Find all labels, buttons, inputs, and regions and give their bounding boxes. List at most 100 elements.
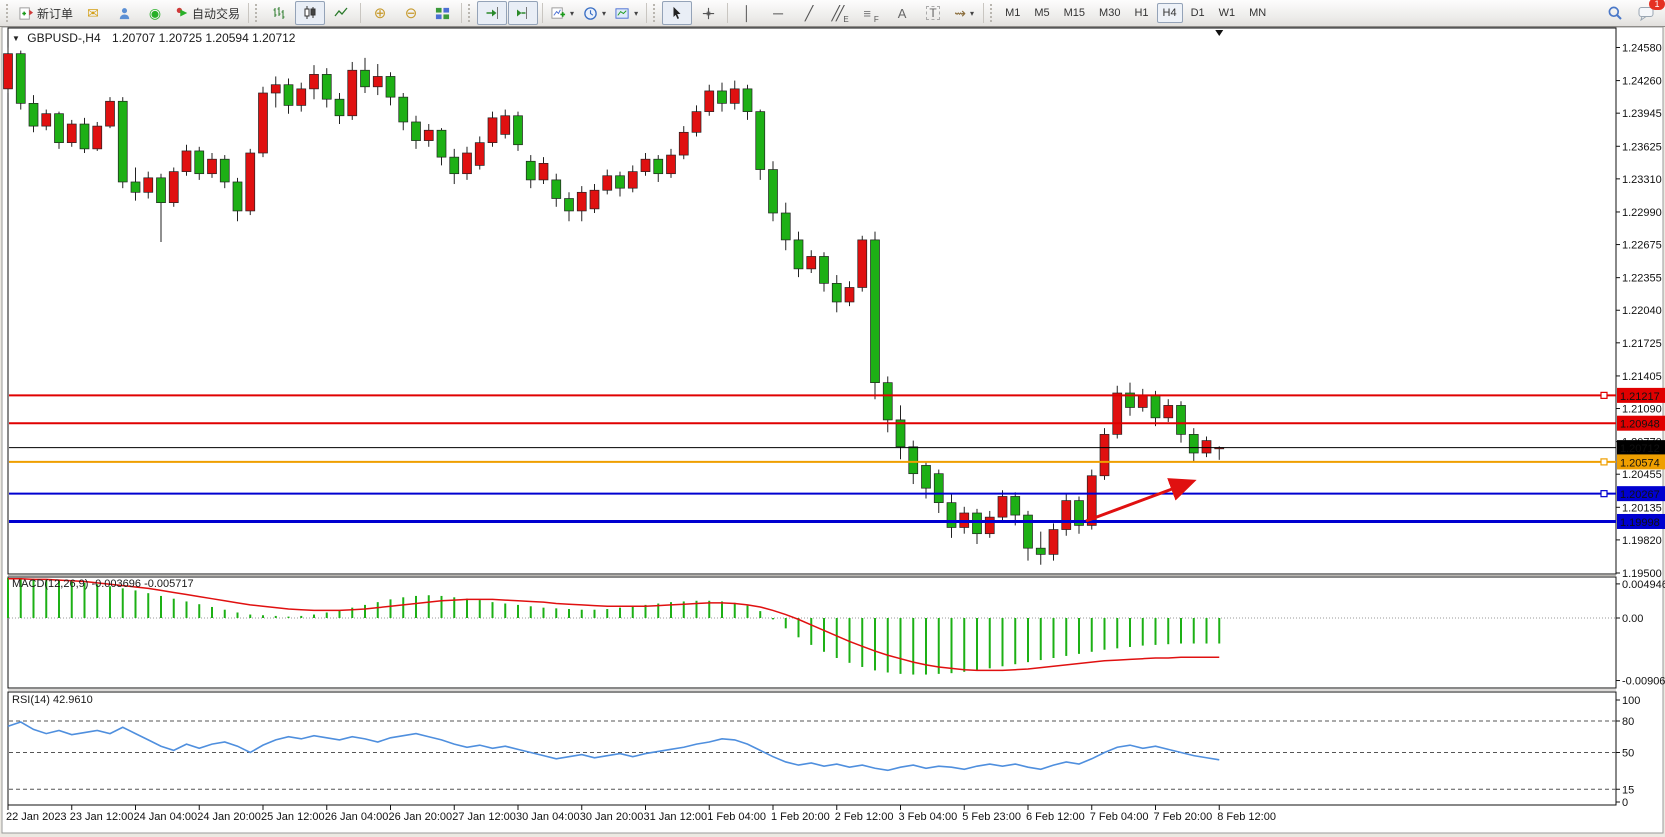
- zoom-out-icon: ⊖: [405, 6, 418, 21]
- macd-indicator-label: MACD(12,26,9) -0.003696 -0.005717: [12, 578, 194, 590]
- search-button[interactable]: [1600, 1, 1630, 25]
- text-label-icon: T: [926, 6, 939, 20]
- fibonacci-button[interactable]: ≡F: [856, 1, 886, 25]
- svg-text:1.19820: 1.19820: [1622, 535, 1662, 547]
- vertical-line-button[interactable]: │: [732, 1, 762, 25]
- tab-timeframe-m1[interactable]: M1: [999, 3, 1026, 23]
- dropdown-caret-icon: ▾: [970, 9, 974, 18]
- chart-shift-icon: [515, 5, 531, 21]
- auto-scroll-button[interactable]: [477, 1, 507, 25]
- bar-chart-button[interactable]: [264, 1, 294, 25]
- svg-text:1.23625: 1.23625: [1622, 141, 1662, 153]
- fibo-f-label: F: [874, 15, 879, 24]
- news-icon: ◉: [149, 6, 161, 20]
- profiles-button[interactable]: ▾: [579, 1, 610, 25]
- text-label-button[interactable]: T: [918, 1, 948, 25]
- equidistant-channel-button[interactable]: ╱╱E: [825, 1, 855, 25]
- toolbar-separator: [542, 3, 543, 23]
- svg-text:31 Jan 12:00: 31 Jan 12:00: [644, 811, 708, 823]
- new-chart-button[interactable]: ▾: [547, 1, 578, 25]
- auto-trading-button[interactable]: 自动交易: [171, 1, 244, 25]
- horizontal-line-button[interactable]: ─: [763, 1, 793, 25]
- toolbar-grip: [468, 4, 474, 22]
- svg-text:1.20948: 1.20948: [1620, 419, 1660, 431]
- candlestick-chart-icon: [302, 5, 318, 21]
- svg-text:80: 80: [1622, 716, 1634, 728]
- svg-text:3 Feb 04:00: 3 Feb 04:00: [899, 811, 958, 823]
- templates-icon: [615, 6, 630, 21]
- svg-text:1.22675: 1.22675: [1622, 240, 1662, 252]
- zoom-in-icon: ⊕: [374, 6, 387, 21]
- svg-text:1.20574: 1.20574: [1620, 457, 1660, 469]
- dropdown-caret-icon: ▾: [602, 9, 606, 18]
- svg-text:1.24580: 1.24580: [1622, 42, 1662, 54]
- toolbar-separator: [646, 3, 647, 23]
- messages-button[interactable]: 1: [1631, 1, 1661, 25]
- candlestick-chart-button[interactable]: [295, 1, 325, 25]
- main-pane[interactable]: [8, 28, 1616, 574]
- svg-text:1.20712: 1.20712: [1620, 443, 1660, 455]
- tab-timeframe-m5[interactable]: M5: [1028, 3, 1055, 23]
- chart-shift-button[interactable]: [508, 1, 538, 25]
- toolbar-grip: [6, 4, 12, 22]
- rsi-pane[interactable]: [8, 692, 1616, 805]
- tab-timeframe-h1[interactable]: H1: [1128, 3, 1154, 23]
- text-button[interactable]: A: [887, 1, 917, 25]
- horizontal-line-icon: ─: [773, 6, 783, 20]
- svg-text:100: 100: [1622, 695, 1640, 707]
- tab-timeframe-m30[interactable]: M30: [1093, 3, 1126, 23]
- svg-text:0.004946: 0.004946: [1622, 579, 1665, 591]
- crosshair-icon: [701, 6, 716, 21]
- new-chart-icon: [551, 6, 566, 21]
- svg-text:50: 50: [1622, 748, 1634, 760]
- svg-text:1.21090: 1.21090: [1622, 404, 1662, 416]
- news-button[interactable]: ◉: [140, 1, 170, 25]
- svg-text:8 Feb 12:00: 8 Feb 12:00: [1217, 811, 1276, 823]
- svg-text:23 Jan 12:00: 23 Jan 12:00: [70, 811, 134, 823]
- svg-text:7 Feb 20:00: 7 Feb 20:00: [1154, 811, 1213, 823]
- svg-text:1.23310: 1.23310: [1622, 174, 1662, 186]
- chart-canvas[interactable]: 1.245801.242601.239451.236251.233101.229…: [0, 0, 1665, 837]
- equidistant-channel-icon: ╱╱: [831, 6, 840, 20]
- collapse-arrow-icon[interactable]: ▼: [12, 34, 20, 43]
- tab-timeframe-w1[interactable]: W1: [1213, 3, 1242, 23]
- tab-timeframe-h4[interactable]: H4: [1157, 3, 1183, 23]
- svg-text:1.20267: 1.20267: [1620, 489, 1660, 501]
- toolbar-grip: [653, 4, 659, 22]
- main-toolbar: 新订单 ✉ ◉ 自动交易: [0, 0, 1665, 27]
- svg-text:27 Jan 12:00: 27 Jan 12:00: [452, 811, 516, 823]
- toolbar-grip: [990, 4, 996, 22]
- zoom-in-button[interactable]: ⊕: [365, 1, 395, 25]
- toolbar-separator: [248, 3, 249, 23]
- cursor-button[interactable]: [662, 1, 692, 25]
- svg-text:0.00: 0.00: [1622, 613, 1643, 625]
- arrows-button[interactable]: ⇝ ▾: [949, 1, 979, 25]
- chart-symbol-period: GBPUSD-,H4: [27, 31, 100, 45]
- svg-text:7 Feb 04:00: 7 Feb 04:00: [1090, 811, 1149, 823]
- tab-timeframe-d1[interactable]: D1: [1185, 3, 1211, 23]
- svg-text:5 Feb 23:00: 5 Feb 23:00: [962, 811, 1021, 823]
- trendline-button[interactable]: ╱: [794, 1, 824, 25]
- svg-text:1.20455: 1.20455: [1622, 469, 1662, 481]
- templates-button[interactable]: ▾: [611, 1, 642, 25]
- search-icon: [1607, 5, 1623, 21]
- auto-trading-icon: [175, 6, 189, 20]
- line-chart-button[interactable]: [326, 1, 356, 25]
- community-icon: [117, 6, 132, 21]
- tile-windows-button[interactable]: [427, 1, 457, 25]
- tab-timeframe-mn[interactable]: MN: [1243, 3, 1272, 23]
- zoom-out-button[interactable]: ⊖: [396, 1, 426, 25]
- new-order-icon: [19, 6, 34, 21]
- crosshair-button[interactable]: [693, 1, 723, 25]
- community-button[interactable]: [109, 1, 139, 25]
- chart-ohlc-values: 1.20707 1.20725 1.20594 1.20712: [112, 31, 296, 45]
- tile-windows-icon: [435, 6, 450, 21]
- channel-e-label: E: [843, 15, 848, 24]
- auto-scroll-icon: [484, 5, 500, 21]
- tab-timeframe-m15[interactable]: M15: [1058, 3, 1091, 23]
- mail-icon: ✉: [87, 6, 99, 20]
- svg-text:22 Jan 2023: 22 Jan 2023: [6, 811, 67, 823]
- mail-button[interactable]: ✉: [78, 1, 108, 25]
- new-order-button[interactable]: 新订单: [15, 1, 77, 25]
- svg-text:1.21725: 1.21725: [1622, 338, 1662, 350]
